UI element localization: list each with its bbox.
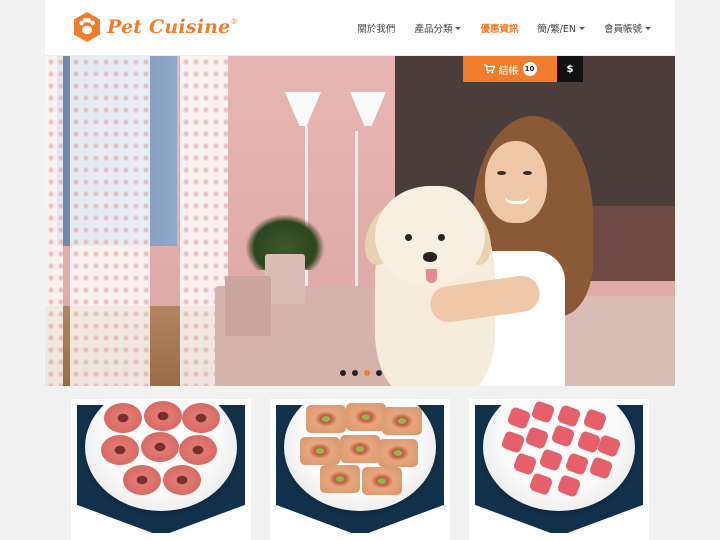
checkout-button[interactable]: 結帳 10 — [463, 56, 557, 82]
hero-slider: 結帳 10 $ — [45, 56, 675, 386]
brand-name: Pet Cuisine® — [107, 16, 238, 38]
curtain — [70, 56, 150, 386]
nav-item-products[interactable]: 產品分類 — [414, 21, 462, 35]
slider-dot[interactable] — [352, 370, 358, 376]
page: Pet Cuisine® 關於我們 產品分類 優惠資訊 簡/繁/EN 會員帳號 — [45, 0, 675, 540]
slider-dot-active[interactable] — [364, 370, 370, 376]
product-grid — [45, 386, 675, 540]
nav-item-account[interactable]: 會員帳號 — [604, 21, 651, 35]
product-card-heart-treats[interactable] — [469, 399, 649, 540]
paw-logo-icon — [74, 12, 100, 42]
checkout-label: 結帳 — [498, 65, 519, 77]
product-card-rolled-treats[interactable] — [270, 399, 450, 540]
slider-dot[interactable] — [376, 370, 382, 376]
chevron-down-icon — [578, 26, 585, 30]
brand-logo[interactable]: Pet Cuisine® — [72, 11, 238, 43]
slider-dots — [337, 370, 385, 376]
nav-item-offers[interactable]: 優惠資訊 — [480, 21, 518, 35]
nav-item-about[interactable]: 關於我們 — [357, 21, 395, 35]
product-card-donut-treats[interactable] — [71, 399, 251, 540]
chevron-down-icon — [455, 26, 462, 30]
slider-dot[interactable] — [340, 370, 346, 376]
woman-face — [485, 141, 547, 223]
cart-count-badge: 10 — [522, 62, 537, 76]
main-nav: 關於我們 產品分類 優惠資訊 簡/繁/EN 會員帳號 — [338, 0, 651, 56]
nav-item-language[interactable]: 簡/繁/EN — [537, 21, 585, 35]
currency-button[interactable]: $ — [557, 56, 583, 82]
cart-icon — [483, 64, 495, 74]
site-header: Pet Cuisine® 關於我們 產品分類 優惠資訊 簡/繁/EN 會員帳號 — [45, 0, 675, 56]
chevron-down-icon — [645, 26, 651, 30]
